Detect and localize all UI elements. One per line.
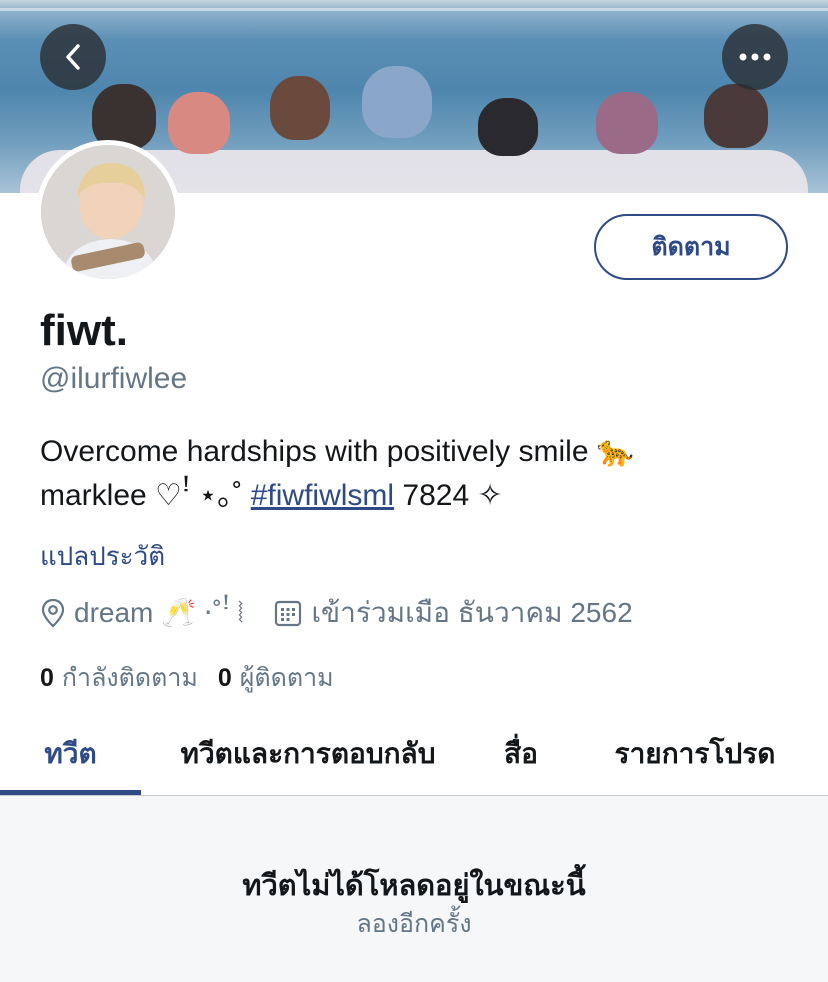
profile-tabs: ทวีต ทวีตและการตอบกลับ สื่อ รายการโปรด	[0, 714, 828, 796]
horizon-line	[0, 8, 828, 11]
banner-person	[478, 98, 538, 156]
translate-bio-link[interactable]: แปลประวัติ	[40, 536, 165, 577]
tab-likes[interactable]: รายการโปรด	[592, 714, 798, 794]
banner-person	[704, 84, 768, 148]
bio-hashtag-link[interactable]: #fiwfiwlsml	[251, 479, 394, 512]
calendar-icon	[275, 600, 302, 627]
followers-count: 0	[217, 663, 232, 692]
profile-bio: Overcome hardships with positively smile…	[40, 430, 800, 518]
banner-person	[168, 92, 230, 154]
chevron-left-icon	[66, 44, 80, 70]
followers-label: ผู้ติดตาม	[239, 664, 334, 692]
more-horizontal-icon	[739, 53, 771, 61]
tab-tweets-and-replies[interactable]: ทวีตและการตอบกลับ	[160, 714, 456, 794]
banner-person	[270, 76, 330, 140]
back-button[interactable]	[40, 24, 106, 90]
followers-count-link[interactable]: 0 ผู้ติดตาม	[218, 658, 334, 698]
profile-meta: dream 🥂 ⋅˚ꜝ ⦚ เข้าร่วมเมือ ธันวาคม 2562	[40, 594, 633, 632]
tab-tweets[interactable]: ทวีต	[0, 714, 141, 794]
bio-line-1: Overcome hardships with positively smile	[40, 435, 589, 468]
avatar-image	[41, 145, 175, 279]
joined-date-text: เข้าร่วมเมือ ธันวาคม 2562	[311, 597, 633, 628]
location-text: dream 🥂 ⋅˚ꜝ ⦚	[74, 597, 244, 628]
retry-link[interactable]: ลองอีกครั้ง	[0, 904, 828, 944]
username-handle: @ilurfiwlee	[40, 362, 188, 395]
following-count: 0	[40, 663, 54, 692]
empty-state-title: ทวีตไม่ได้โหลดอยู่ในขณะนี้	[242, 870, 586, 902]
active-tab-indicator	[0, 790, 141, 795]
empty-state: ทวีตไม่ได้โหลดอยู่ในขณะนี้ ลองอีกครั้ง	[0, 796, 828, 982]
display-name: fiwt.	[40, 306, 128, 355]
joined-item: เข้าร่วมเมือ ธันวาคม 2562	[273, 591, 633, 635]
following-label: กำลังติดตาม	[61, 664, 198, 692]
bio-line-2: marklee ♡ꜝ ⋆｡˚	[40, 479, 243, 512]
banner-person	[362, 66, 432, 138]
following-count-link[interactable]: 0 กำลังติดตาม	[40, 658, 198, 698]
location-item: dream 🥂 ⋅˚ꜝ ⦚	[40, 596, 243, 630]
bio-line-2-suffix: 7824 ✧	[402, 479, 503, 512]
more-options-button[interactable]	[722, 24, 788, 90]
profile-avatar[interactable]	[36, 140, 180, 284]
location-pin-icon	[41, 598, 65, 628]
follow-button[interactable]: ติดตาม	[594, 214, 788, 280]
follow-counts: 0 กำลังติดตาม 0 ผู้ติดตาม	[40, 658, 354, 698]
banner-person	[596, 92, 658, 154]
tab-media[interactable]: สื่อ	[482, 714, 560, 794]
bio-emoji: 🐆	[596, 435, 635, 468]
